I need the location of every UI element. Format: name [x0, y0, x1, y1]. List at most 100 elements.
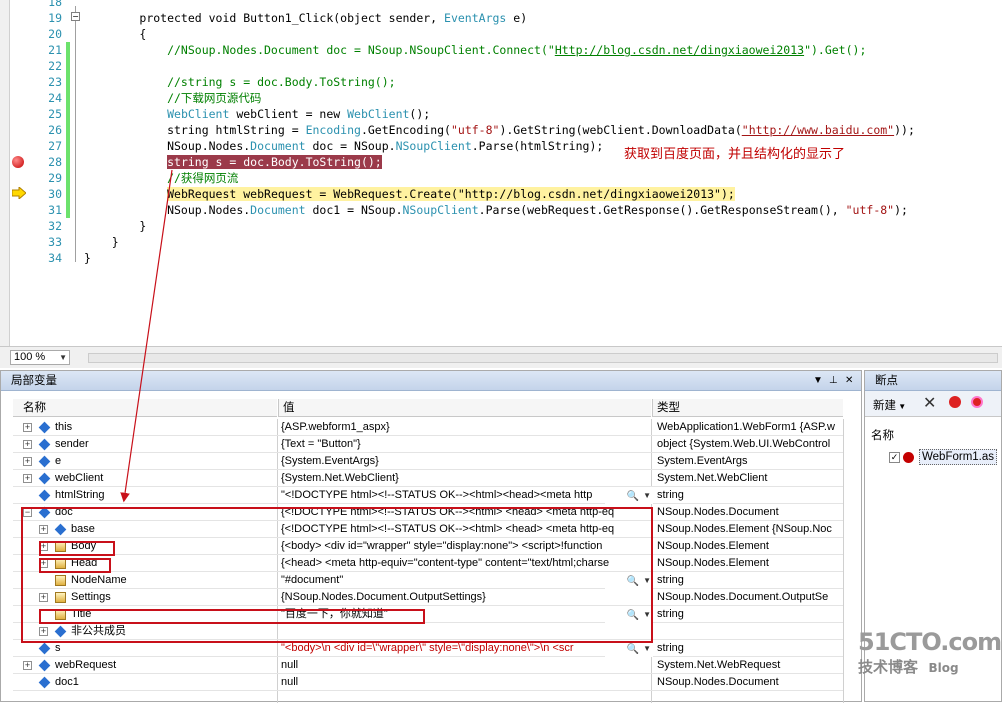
- watermark-logo: 51CTO.com 技术博客 Blog: [858, 628, 1002, 688]
- locals-row[interactable]: htmlString "<!DOCTYPE html><!--STATUS OK-…: [13, 487, 843, 504]
- code-token: ).GetString(webClient.DownloadData(: [499, 123, 742, 137]
- expand-icon[interactable]: +: [23, 661, 32, 670]
- line-number: 29: [48, 171, 62, 185]
- locals-row[interactable]: + this {ASP.webform1_aspx} WebApplication1.…: [13, 419, 843, 436]
- name-cell: + e: [13, 453, 277, 470]
- horizontal-scrollbar[interactable]: [88, 353, 998, 363]
- close-icon[interactable]: ✕: [845, 371, 853, 391]
- code-token: protected void Button1_Click(object send…: [139, 11, 445, 25]
- name-cell: htmlString: [13, 487, 277, 504]
- code-text[interactable]: protected void Button1_Click(object send…: [84, 10, 527, 26]
- code-text[interactable]: }: [84, 218, 146, 234]
- delete-all-icon[interactable]: [949, 396, 961, 408]
- expand-icon[interactable]: +: [23, 440, 32, 449]
- breakpoints-title: 断点: [875, 375, 898, 387]
- watermark-sub: 技术博客 Blog: [858, 656, 998, 677]
- code-line: 26 string htmlString = Encoding.GetEncod…: [0, 122, 1002, 138]
- value-cell[interactable]: null: [279, 657, 653, 674]
- locals-row[interactable]: + e {System.EventArgs} System.EventArgs: [13, 453, 843, 470]
- line-number: 34: [48, 251, 62, 265]
- breakpoint-icon[interactable]: [12, 156, 24, 168]
- code-text[interactable]: NSoup.Nodes.Document doc = NSoup.NSoupCl…: [84, 138, 603, 154]
- chevron-down-icon: ▼: [896, 402, 907, 411]
- code-text[interactable]: }: [84, 250, 91, 266]
- code-text[interactable]: //下载网页源代码: [84, 90, 261, 106]
- disable-all-icon[interactable]: [971, 396, 983, 408]
- type-cell: System.EventArgs: [657, 455, 748, 467]
- text-visualizer-icon[interactable]: 🔍: [627, 641, 639, 658]
- value-cell[interactable]: {System.Net.WebClient}: [279, 470, 653, 487]
- code-text[interactable]: //NSoup.Nodes.Document doc = NSoup.NSoup…: [84, 42, 866, 58]
- zoom-select[interactable]: 100 % ▼: [10, 350, 70, 365]
- breakpoint-label: WebForm1.as: [919, 449, 998, 465]
- variable-icon: [38, 455, 51, 468]
- code-text[interactable]: //获得网页流: [84, 170, 238, 186]
- type-cell: NSoup.Nodes.Document.OutputSe: [657, 591, 829, 603]
- change-marker: [66, 138, 70, 154]
- code-text[interactable]: }: [84, 234, 119, 250]
- current-statement-arrow-icon: [12, 187, 26, 199]
- code-token: "utf-8": [450, 123, 500, 137]
- code-token: .Parse(webRequest.GetResponse().GetRespo…: [478, 203, 846, 217]
- type-cell: object {System.Web.UI.WebControl: [657, 438, 831, 450]
- col-header-type[interactable]: 类型: [652, 399, 843, 417]
- code-line: 29 //获得网页流: [0, 170, 1002, 186]
- code-line: 31 NSoup.Nodes.Document doc1 = NSoup.NSo…: [0, 202, 1002, 218]
- pin-icon[interactable]: ⊥: [829, 371, 838, 391]
- breakpoint-item[interactable]: ✓ WebForm1.as: [889, 449, 1001, 467]
- text-visualizer-icon[interactable]: 🔍: [627, 488, 639, 505]
- code-token: //下载网页源代码: [84, 91, 262, 105]
- value-cell[interactable]: {Text = "Button"}: [279, 436, 653, 453]
- value-cell[interactable]: {System.EventArgs}: [279, 453, 653, 470]
- value-cell[interactable]: {ASP.webform1_aspx}: [279, 419, 653, 436]
- col-header-value[interactable]: 值: [278, 399, 651, 417]
- code-line: 18: [0, 0, 1002, 10]
- code-text[interactable]: //string s = doc.Body.ToString();: [84, 74, 395, 90]
- type-cell: NSoup.Nodes.Element: [657, 557, 769, 569]
- locals-window: 局部变量 ▼ ⊥ ✕ 名称 值 类型 + this {ASP.webform1_as…: [0, 370, 862, 703]
- locals-row[interactable]: doc1 null NSoup.Nodes.Document: [13, 674, 843, 691]
- locals-row[interactable]: + webRequest null System.Net.WebRequest: [13, 657, 843, 674]
- new-breakpoint-button[interactable]: 新建 ▼: [873, 397, 906, 413]
- change-marker: [66, 186, 70, 202]
- watermark-cn: 技术博客: [858, 658, 919, 676]
- type-cell: string: [657, 489, 684, 501]
- expand-icon[interactable]: +: [23, 474, 32, 483]
- expand-icon[interactable]: +: [23, 423, 32, 432]
- code-line: 28 string s = doc.Body.ToString();: [0, 154, 1002, 170]
- locals-row[interactable]: + sender {Text = "Button"} object {System.W…: [13, 436, 843, 453]
- locals-row[interactable]: + webClient {System.Net.WebClient} System.N…: [13, 470, 843, 487]
- code-token: );: [894, 203, 908, 217]
- locals-titlebar: 局部变量 ▼ ⊥ ✕: [1, 371, 861, 391]
- code-token: }: [84, 219, 147, 233]
- code-text[interactable]: string htmlString = Encoding.GetEncoding…: [84, 122, 915, 138]
- value-cell[interactable]: null: [279, 674, 653, 691]
- value-cell[interactable]: "<!DOCTYPE html><!--STATUS OK--><html><h…: [279, 487, 653, 504]
- body-highlight-box: [39, 541, 115, 556]
- variable-icon: [38, 642, 51, 655]
- code-token: "http://www.baidu.com": [741, 123, 895, 137]
- code-text[interactable]: {: [84, 26, 146, 42]
- code-editor[interactable]: − 18 19 protected void Button1_Click(obje…: [0, 0, 1002, 346]
- code-text[interactable]: WebRequest webRequest = WebRequest.Creat…: [84, 186, 735, 202]
- line-number: 26: [48, 123, 62, 137]
- delete-icon[interactable]: ✕: [923, 393, 936, 413]
- col-header-name[interactable]: 名称: [13, 399, 277, 417]
- code-token: doc = NSoup.: [305, 139, 396, 153]
- code-text[interactable]: NSoup.Nodes.Document doc1 = NSoup.NSoupC…: [84, 202, 908, 218]
- chevron-down-icon[interactable]: ▼: [643, 487, 651, 504]
- annotation-text: 获取到百度页面，并且结构化的显示了: [624, 147, 846, 162]
- code-text[interactable]: WebClient webClient = new WebClient();: [84, 106, 430, 122]
- code-line: 23 //string s = doc.Body.ToString();: [0, 74, 1002, 90]
- expand-icon[interactable]: +: [23, 457, 32, 466]
- code-line: 30 WebRequest webRequest = WebRequest.Cr…: [0, 186, 1002, 202]
- dropdown-icon[interactable]: ▼: [813, 371, 823, 391]
- code-text[interactable]: string s = doc.Body.ToString();: [84, 154, 382, 170]
- watermark-main: 51CTO.com: [858, 628, 1002, 656]
- code-token: string s = doc.Body.ToString();: [167, 155, 382, 169]
- checkbox[interactable]: ✓: [889, 452, 900, 463]
- line-number: 24: [48, 91, 62, 105]
- type-cell: System.Net.WebRequest: [657, 659, 781, 671]
- bp-col-header[interactable]: 名称: [871, 427, 894, 443]
- line-number: 18: [48, 0, 62, 9]
